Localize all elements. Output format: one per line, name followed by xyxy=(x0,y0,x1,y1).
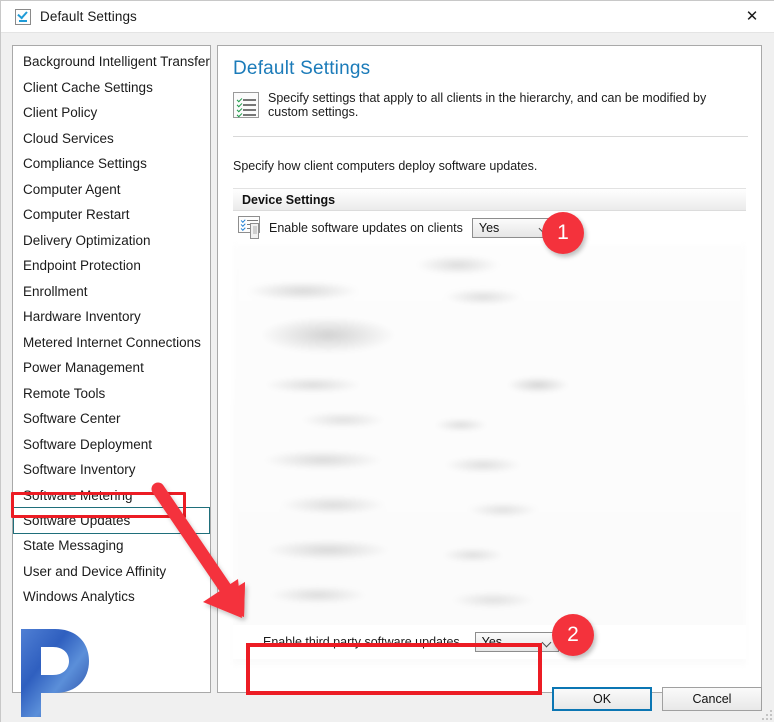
cancel-button[interactable]: Cancel xyxy=(662,687,762,711)
sidebar-item-endpoint-protection[interactable]: Endpoint Protection xyxy=(13,253,210,279)
title-bar: Default Settings ✕ xyxy=(1,1,774,32)
sidebar-item-hardware-inventory[interactable]: Hardware Inventory xyxy=(13,304,210,330)
sidebar-item-software-inventory[interactable]: Software Inventory xyxy=(13,457,210,483)
annotation-badge-1: 1 xyxy=(542,212,584,254)
settings-category-list-items: Background Intelligent Transfer Client Ca… xyxy=(13,49,210,610)
sidebar-item-enrollment[interactable]: Enrollment xyxy=(13,279,210,305)
settings-grid: Device Settings Enable software updates … xyxy=(233,188,746,692)
checklist-icon xyxy=(15,8,31,25)
settings-category-list[interactable]: Background Intelligent Transfer Client Ca… xyxy=(12,45,211,693)
annotation-badge-2: 2 xyxy=(552,614,594,656)
sidebar-item-software-metering[interactable]: Software Metering xyxy=(13,483,210,509)
page-title: Default Settings xyxy=(233,58,371,79)
enable-software-updates-label: Enable software updates on clients xyxy=(269,220,463,235)
sidebar-item-software-center[interactable]: Software Center xyxy=(13,406,210,432)
close-icon[interactable]: ✕ xyxy=(729,1,774,32)
sidebar-item-background-intelligent-transfer[interactable]: Background Intelligent Transfer xyxy=(13,49,210,75)
enable-software-updates-row: Enable software updates on clients Yes xyxy=(233,211,746,244)
resize-grip[interactable] xyxy=(760,708,772,720)
sidebar-item-windows-analytics[interactable]: Windows Analytics xyxy=(13,584,210,610)
default-settings-dialog: Default Settings ✕ Background Intelligen… xyxy=(0,0,774,722)
ok-button[interactable]: OK xyxy=(552,687,652,711)
sidebar-item-computer-restart[interactable]: Computer Restart xyxy=(13,202,210,228)
blurred-settings-region xyxy=(233,245,746,665)
sidebar-item-client-policy[interactable]: Client Policy xyxy=(13,100,210,126)
dialog-button-row: OK Cancel xyxy=(552,687,762,711)
settings-content-pane: Default Settings Specify settings that a… xyxy=(217,45,762,693)
intro-text: Specify how client computers deploy soft… xyxy=(233,159,538,173)
sidebar-item-remote-tools[interactable]: Remote Tools xyxy=(13,381,210,407)
sidebar-item-client-cache-settings[interactable]: Client Cache Settings xyxy=(13,75,210,101)
enable-software-updates-value: Yes xyxy=(478,220,500,235)
window-title: Default Settings xyxy=(40,9,137,24)
sidebar-item-power-management[interactable]: Power Management xyxy=(13,355,210,381)
description-row: Specify settings that apply to all clien… xyxy=(233,91,748,119)
content-divider xyxy=(233,136,748,137)
sidebar-item-cloud-services[interactable]: Cloud Services xyxy=(13,126,210,152)
sidebar-item-delivery-optimization[interactable]: Delivery Optimization xyxy=(13,228,210,254)
checklist-document-icon xyxy=(233,92,259,118)
sidebar-item-metered-internet-connections[interactable]: Metered Internet Connections xyxy=(13,330,210,356)
sidebar-item-user-and-device-affinity[interactable]: User and Device Affinity xyxy=(13,559,210,585)
enable-third-party-row: Enable third party software updates Yes xyxy=(233,625,746,659)
sidebar-item-state-messaging[interactable]: State Messaging xyxy=(13,533,210,559)
enable-third-party-dropdown[interactable]: Yes xyxy=(474,632,559,652)
dialog-body: Background Intelligent Transfer Client Ca… xyxy=(1,33,774,722)
description-text: Specify settings that apply to all clien… xyxy=(268,91,707,119)
sidebar-item-software-updates[interactable]: Software Updates xyxy=(13,507,210,534)
sidebar-item-computer-agent[interactable]: Computer Agent xyxy=(13,177,210,203)
enable-third-party-label: Enable third party software updates xyxy=(263,635,460,649)
chevron-down-icon xyxy=(541,637,552,648)
sidebar-item-compliance-settings[interactable]: Compliance Settings xyxy=(13,151,210,177)
enable-third-party-value: Yes xyxy=(481,635,503,649)
device-settings-group-header: Device Settings xyxy=(233,189,746,211)
sidebar-item-software-deployment[interactable]: Software Deployment xyxy=(13,432,210,458)
device-settings-icon xyxy=(238,215,264,241)
